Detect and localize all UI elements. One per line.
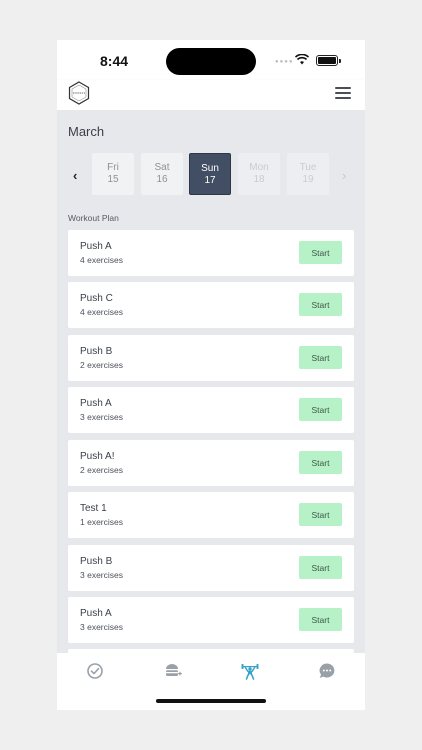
workout-name: Push A! bbox=[80, 451, 115, 462]
workout-card[interactable]: Push B 3 exercises Start bbox=[68, 545, 354, 591]
workout-exercise-count: 4 exercises bbox=[80, 307, 123, 317]
day-fri[interactable]: Fri 15 bbox=[92, 153, 134, 195]
workout-exercise-count: 3 exercises bbox=[80, 570, 123, 580]
chevron-left-icon[interactable]: ‹ bbox=[73, 168, 77, 183]
workout-card[interactable]: Push A! 2 exercises Start bbox=[68, 440, 354, 486]
workout-plan-label: Workout Plan bbox=[68, 213, 119, 223]
check-circle-icon[interactable] bbox=[86, 662, 104, 680]
workout-name: Push B bbox=[80, 346, 113, 357]
workout-name: Push C bbox=[80, 293, 113, 304]
workout-exercise-count: 3 exercises bbox=[80, 622, 123, 632]
start-button[interactable]: Start bbox=[299, 398, 342, 421]
chat-bubble-icon[interactable] bbox=[318, 662, 336, 680]
status-time: 8:44 bbox=[100, 53, 129, 69]
workout-name: Test 1 bbox=[80, 503, 107, 514]
workout-exercise-count: 3 exercises bbox=[80, 412, 123, 422]
month-title: March bbox=[68, 124, 105, 139]
workout-exercise-count: 4 exercises bbox=[80, 255, 123, 265]
workout-card[interactable]: Test 1 1 exercises Start bbox=[68, 492, 354, 538]
workout-name: Push B bbox=[80, 556, 113, 567]
app-header bbox=[57, 80, 365, 110]
day-sat[interactable]: Sat 16 bbox=[141, 153, 183, 195]
start-button[interactable]: Start bbox=[299, 608, 342, 631]
start-button[interactable]: Start bbox=[299, 293, 342, 316]
start-button[interactable]: Start bbox=[299, 241, 342, 264]
start-button[interactable]: Start bbox=[299, 503, 342, 526]
burger-add-icon[interactable] bbox=[164, 662, 182, 680]
workout-exercise-count: 2 exercises bbox=[80, 360, 123, 370]
brand-logo-icon[interactable] bbox=[68, 81, 90, 105]
workout-card[interactable]: Push A 4 exercises Start bbox=[68, 230, 354, 276]
hamburger-menu-icon[interactable] bbox=[335, 87, 351, 100]
day-mon: Mon 18 bbox=[238, 153, 280, 195]
workout-card[interactable]: Push A 3 exercises Start bbox=[68, 387, 354, 433]
workout-name: Push A bbox=[80, 398, 112, 409]
workout-exercise-count: 1 exercises bbox=[80, 517, 123, 527]
start-button[interactable]: Start bbox=[299, 556, 342, 579]
dynamic-island bbox=[166, 48, 256, 75]
weightlifter-icon[interactable] bbox=[241, 662, 259, 680]
workout-card[interactable]: Push A 3 exercises Start bbox=[68, 597, 354, 643]
main-content: March ‹ Fri 15 Sat 16 Sun 17 Mon 18 Tue … bbox=[57, 110, 365, 653]
workout-exercise-count: 2 exercises bbox=[80, 465, 123, 475]
tab-bar bbox=[57, 653, 365, 710]
workout-card[interactable]: Push C 4 exercises Start bbox=[68, 282, 354, 328]
phone-screen: 8:44 ●●●● March ‹ Fri 15 Sat 16 Sun 17 M… bbox=[57, 40, 365, 710]
workout-name: Push A bbox=[80, 608, 112, 619]
chevron-right-icon[interactable]: › bbox=[342, 168, 346, 183]
battery-icon bbox=[316, 55, 341, 66]
start-button[interactable]: Start bbox=[299, 451, 342, 474]
home-indicator bbox=[156, 699, 266, 703]
signal-icon: ●●●● bbox=[275, 59, 294, 65]
wifi-icon bbox=[295, 54, 309, 65]
start-button[interactable]: Start bbox=[299, 346, 342, 369]
day-tue: Tue 19 bbox=[287, 153, 329, 195]
day-sun-selected[interactable]: Sun 17 bbox=[189, 153, 231, 195]
status-bar: 8:44 ●●●● bbox=[57, 40, 365, 84]
workout-card[interactable]: Push B 2 exercises Start bbox=[68, 335, 354, 381]
workout-name: Push A bbox=[80, 241, 112, 252]
